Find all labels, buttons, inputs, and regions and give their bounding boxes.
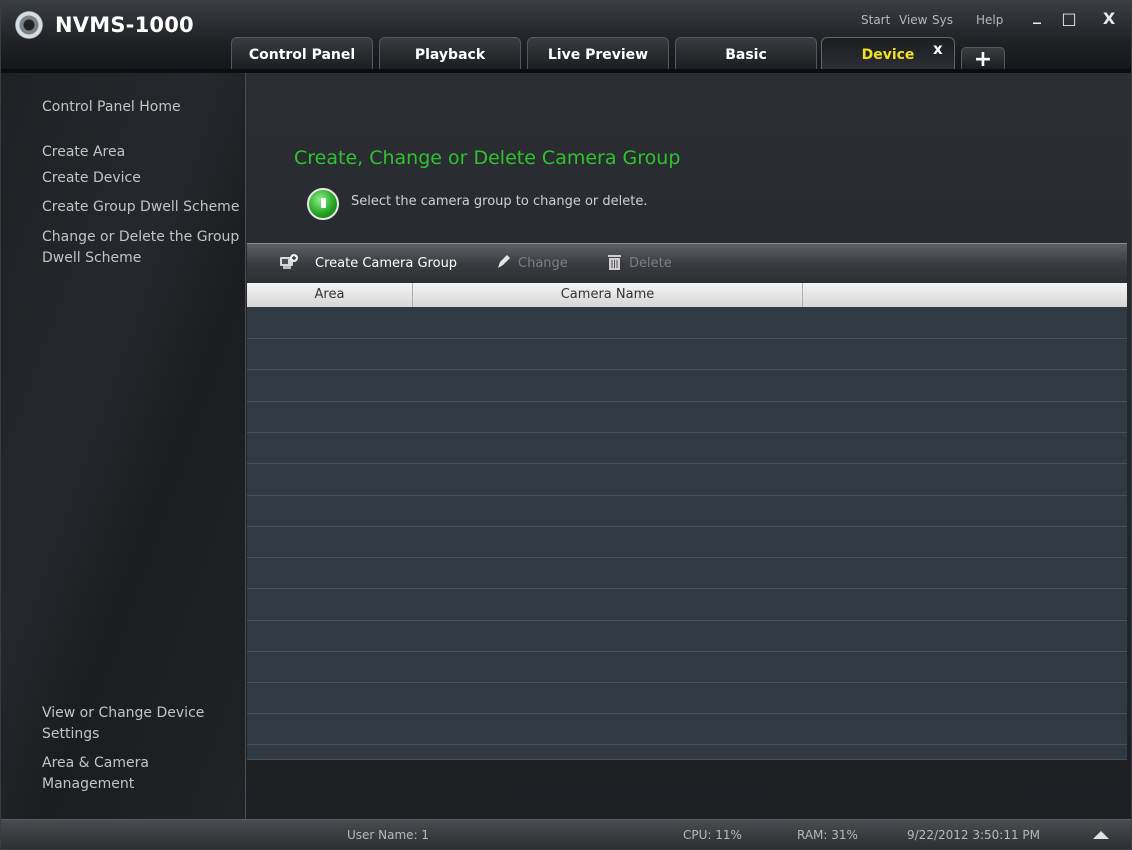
table-row[interactable]: [247, 620, 1127, 621]
sidebar-item-create-area[interactable]: Create Area: [42, 142, 125, 163]
sidebar-item-change-delete-dwell-1[interactable]: Change or Delete the Group: [42, 227, 239, 248]
sidebar: Control Panel Home Create Area Create De…: [1, 73, 246, 819]
sidebar-item-view-change-device-1[interactable]: View or Change Device: [42, 703, 204, 724]
hint-text: Select the camera group to change or del…: [351, 194, 648, 209]
app-window: NVMS-1000 Start View Sys Help _ □ X Cont…: [0, 0, 1132, 850]
sidebar-item-create-device[interactable]: Create Device: [42, 168, 141, 189]
column-area[interactable]: Area: [247, 283, 413, 307]
table-row[interactable]: [247, 495, 1127, 496]
page-title: Create, Change or Delete Camera Group: [294, 147, 681, 169]
change-button[interactable]: Change: [518, 256, 568, 271]
close-button[interactable]: X: [1097, 9, 1121, 29]
column-empty: [803, 283, 1127, 307]
table-header: Area Camera Name: [247, 283, 1127, 307]
menu-start[interactable]: Start: [861, 13, 890, 27]
tab-playback[interactable]: Playback: [379, 37, 521, 71]
menu-view[interactable]: View: [899, 13, 927, 27]
add-tab-button[interactable]: +: [961, 47, 1005, 72]
table-row[interactable]: [247, 588, 1127, 589]
camera-logo-icon: [15, 11, 43, 39]
table-row[interactable]: [247, 557, 1127, 558]
column-camera-name[interactable]: Camera Name: [413, 283, 803, 307]
tab-control-panel[interactable]: Control Panel: [231, 37, 373, 71]
menu-help[interactable]: Help: [976, 13, 1003, 27]
table-row[interactable]: [247, 432, 1127, 433]
info-bubble-icon: [307, 188, 339, 220]
table-row[interactable]: [247, 651, 1127, 652]
sidebar-item-create-group-dwell[interactable]: Create Group Dwell Scheme: [42, 197, 239, 218]
create-camera-group-button[interactable]: Create Camera Group: [315, 256, 457, 271]
status-user: User Name: 1: [347, 828, 430, 842]
title-bar: NVMS-1000 Start View Sys Help _ □ X Cont…: [1, 1, 1131, 73]
table-row[interactable]: [247, 338, 1127, 339]
table-row[interactable]: [247, 682, 1127, 683]
status-bar: User Name: 1 CPU: 11% RAM: 31% 9/22/2012…: [1, 819, 1131, 849]
sidebar-item-change-delete-dwell-2[interactable]: Dwell Scheme: [42, 248, 141, 269]
table-row[interactable]: [247, 463, 1127, 464]
tab-basic[interactable]: Basic: [675, 37, 817, 71]
app-title: NVMS-1000: [55, 13, 194, 37]
pencil-icon: [498, 255, 510, 268]
delete-button[interactable]: Delete: [629, 256, 672, 271]
tab-live-preview[interactable]: Live Preview: [527, 37, 669, 71]
table-row[interactable]: [247, 401, 1127, 402]
status-cpu: CPU: 11%: [683, 828, 742, 842]
minimize-button[interactable]: _: [1025, 5, 1049, 25]
create-group-icon: [280, 254, 298, 269]
sidebar-item-view-change-device-2[interactable]: Settings: [42, 724, 99, 745]
table-row[interactable]: [247, 369, 1127, 370]
toolbar: Create Camera Group Change Delete: [247, 243, 1127, 283]
table-row[interactable]: [247, 713, 1127, 714]
menu-sys[interactable]: Sys: [932, 13, 953, 27]
status-datetime: 9/22/2012 3:50:11 PM: [907, 828, 1041, 842]
sidebar-item-area-camera-management[interactable]: Area & Camera Management: [42, 753, 245, 795]
table-row[interactable]: [247, 744, 1127, 745]
expand-up-icon[interactable]: [1093, 831, 1109, 839]
trash-icon: [608, 255, 621, 270]
camera-group-table[interactable]: Area Camera Name: [247, 283, 1127, 760]
sidebar-item-home[interactable]: Control Panel Home: [42, 97, 181, 118]
status-ram: RAM: 31%: [797, 828, 858, 842]
maximize-button[interactable]: □: [1057, 9, 1081, 29]
table-row[interactable]: [247, 526, 1127, 527]
tab-close-icon[interactable]: x: [933, 40, 943, 58]
